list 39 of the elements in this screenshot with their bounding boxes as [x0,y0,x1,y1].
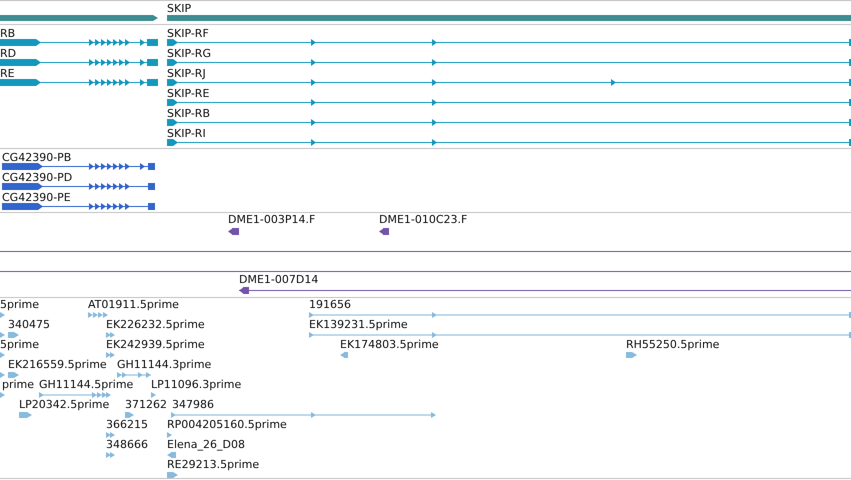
feature-label: LP11096.3prime [151,378,242,391]
feature-label: 371262 [125,398,167,411]
feature-label: LP20342.5prime [19,398,110,411]
feature-label: RB [0,27,16,40]
feature-label: SKIP-RF [167,27,209,40]
feature-label: 5prime [0,298,40,311]
feature-label: AT01911.5prime [88,298,179,311]
feature-label: DME1-010C23.F [379,213,468,226]
feature-label: DME1-007D14 [239,273,318,286]
feature-label: RE [0,67,15,80]
feature-label: CG42390-PD [2,171,72,184]
feature-label: 5prime [0,338,40,351]
feature-label: 347986 [172,398,214,411]
feature-label: SKIP-RI [167,127,206,140]
feature-label: EK216559.5prime [8,358,107,371]
feature-label: SKIP-RJ [167,67,206,80]
feature-label: SKIP-RG [167,47,211,60]
feature-label: SKIP-RB [167,107,210,120]
feature-label: EK174803.5prime [340,338,439,351]
feature-label: DME1-003P14.F [228,213,316,226]
feature-label: SKIP-RE [167,87,210,100]
feature-label: prime [2,378,34,391]
feature-label: RH55250.5prime [626,338,720,351]
feature-label: SKIP [167,2,192,15]
feature-label: CG42390-PB [2,151,72,164]
feature-label: 348666 [106,438,148,451]
feature-label: Elena_26_D08 [167,438,245,451]
feature-label: 191656 [309,298,351,311]
feature-label: EK139231.5prime [309,318,408,331]
feature-label: RE29213.5prime [167,458,260,471]
feature-label: 340475 [8,318,50,331]
feature-label: 366215 [106,418,148,431]
feature-label: EK226232.5prime [106,318,205,331]
feature-label: GH11144.3prime [117,358,212,371]
feature-label: RD [0,47,16,60]
feature-label: EK242939.5prime [106,338,205,351]
feature-label: GH11144.5prime [39,378,134,391]
feature-label: CG42390-PE [2,191,71,204]
feature-label: RP004205160.5prime [167,418,287,431]
